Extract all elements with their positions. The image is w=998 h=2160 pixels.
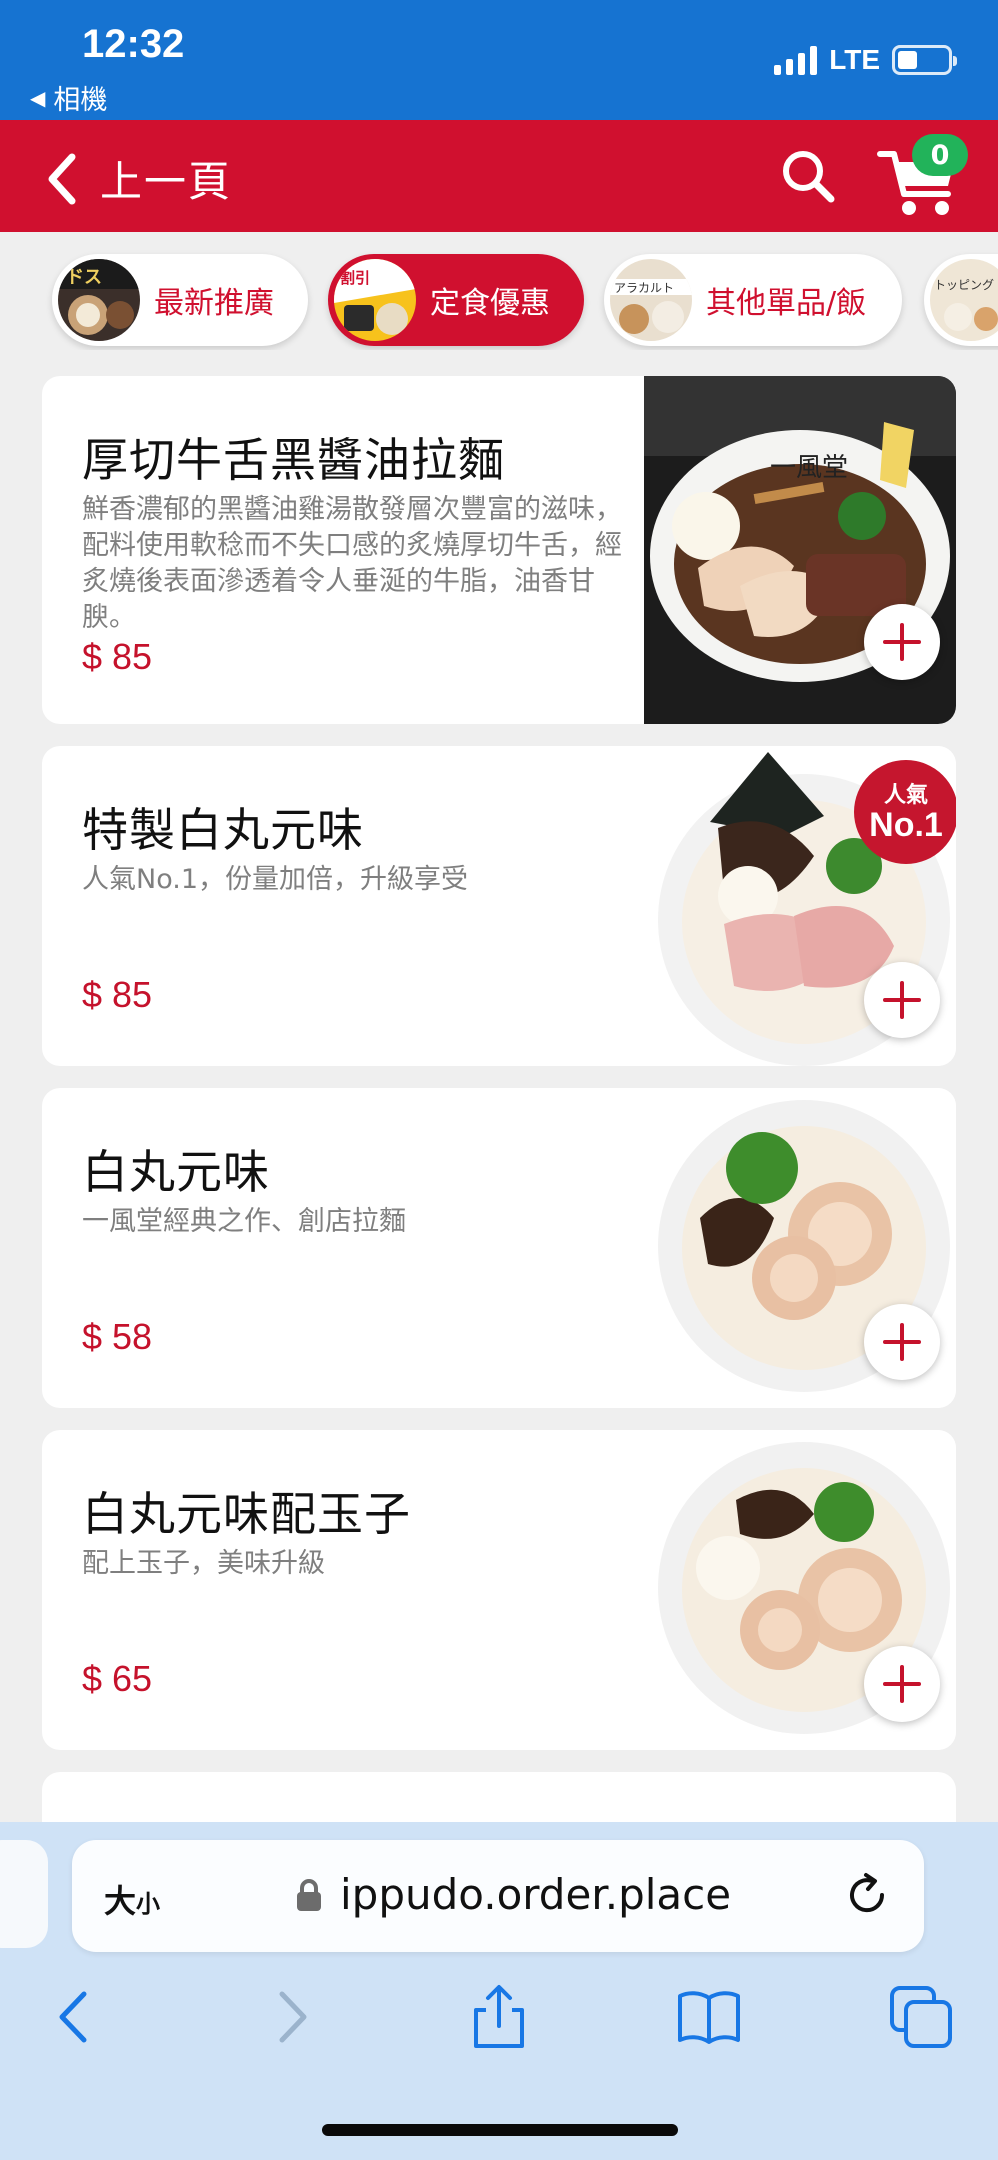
browser-back-icon[interactable] [40,1982,110,2052]
previous-tab-preview[interactable] [0,1840,48,1948]
back-app-label: 相機 [53,85,108,116]
plus-icon [883,1665,921,1703]
item-price: $ 58 [82,1316,153,1357]
plus-icon [883,1323,921,1361]
home-indicator[interactable] [322,2124,678,2136]
back-label: 上一頁 [100,157,233,206]
browser-forward-icon[interactable] [256,1982,326,2052]
add-to-cart-button[interactable] [864,1646,940,1722]
category-thumbnail: 割引 [334,259,416,341]
item-price: $ 85 [82,636,153,677]
reload-icon[interactable] [844,1872,890,1918]
item-price: $ 85 [82,974,153,1015]
text-size-button[interactable]: 大小 [104,1876,160,1922]
menu-item-card[interactable]: 厚切牛舌黑醬油拉麵 鮮香濃郁的黑醬油雞湯散發層次豐富的滋味，配料使用軟稔而不失口… [42,376,956,724]
search-icon[interactable] [780,148,836,204]
app-header: 上一頁 [0,120,998,232]
address-bar[interactable]: 大小 ippudo.order.place [72,1840,924,1952]
popular-badge-rank: No.1 [869,806,943,844]
status-time: 12:32 [82,22,185,66]
back-triangle-icon: ◀ [30,85,46,110]
item-name: 厚切牛舌黑醬油拉麵 [82,433,505,487]
back-to-app-link[interactable]: ◀ 相機 [30,78,107,117]
network-type: LTE [829,44,880,75]
add-to-cart-button[interactable] [864,962,940,1038]
category-tab-latest[interactable]: ドス 最新推廣 [52,254,308,346]
category-thumbnail: トッピング [930,259,998,341]
browser-toolbar: 大小 ippudo.order.place [0,1822,998,2160]
bookmarks-icon[interactable] [674,1982,744,2052]
lock-icon [297,1879,321,1911]
status-indicators: LTE [774,44,957,76]
item-description: 人氣No.1，份量加倍，升級享受 [82,864,469,895]
category-tab-toppings[interactable]: トッピング [924,254,998,346]
chevron-left-icon [48,153,76,204]
svg-text:ドス: ドス [66,267,102,288]
svg-text:トッピング: トッピング [934,278,994,292]
back-button[interactable]: 上一頁 [44,148,232,209]
item-description: 配上玉子，美味升級 [82,1548,325,1579]
item-description: 一風堂經典之作、創店拉麵 [82,1206,406,1237]
category-tab-set-meals[interactable]: 割引 定食優惠 [328,254,584,346]
item-name: 白丸元味配玉子 [82,1487,411,1541]
category-thumbnail: ドス [58,259,140,341]
menu-item-card[interactable]: 特製白丸元味 人氣No.1，份量加倍，升級享受 $ 85 人氣 No.1 [42,746,956,1066]
category-thumbnail: アラカルト [610,259,692,341]
add-to-cart-button[interactable] [864,604,940,680]
plus-icon [883,981,921,1019]
item-name: 白丸元味 [82,1145,270,1199]
category-tab-others[interactable]: アラカルト 其他單品/飯 [604,254,902,346]
tabs-icon[interactable] [886,1982,956,2052]
add-to-cart-button[interactable] [864,1304,940,1380]
signal-icon [774,45,818,75]
svg-text:一風堂: 一風堂 [770,453,848,483]
cart-count-badge: 0 [912,134,968,176]
battery-icon [892,45,957,75]
category-tabs: ドス 最新推廣 割引 定食優惠 アラカルト 其他單品/飯 トッピング [0,250,998,350]
svg-text:アラカルト: アラカルト [614,281,674,295]
item-price: $ 65 [82,1658,153,1699]
status-bar: 12:32 ◀ 相機 LTE [0,0,998,120]
url-text: ippudo.order.place [340,1870,732,1919]
category-label: 其他單品/飯 [706,286,867,321]
item-name: 特製白丸元味 [82,803,364,857]
item-description: 鮮香濃郁的黑醬油雞湯散發層次豐富的滋味，配料使用軟稔而不失口感的炙燒厚切牛舌，經… [82,494,622,633]
menu-item-card[interactable]: 白丸元味 一風堂經典之作、創店拉麵 $ 58 [42,1088,956,1408]
menu-item-card[interactable]: 白丸元味配玉子 配上玉子，美味升級 $ 65 [42,1430,956,1750]
category-label: 定食優惠 [430,286,550,321]
svg-text:割引: 割引 [340,269,370,287]
share-icon[interactable] [464,1982,534,2052]
category-label: 最新推廣 [154,286,274,321]
popular-badge-text: 人氣 [884,782,928,808]
plus-icon [883,623,921,661]
